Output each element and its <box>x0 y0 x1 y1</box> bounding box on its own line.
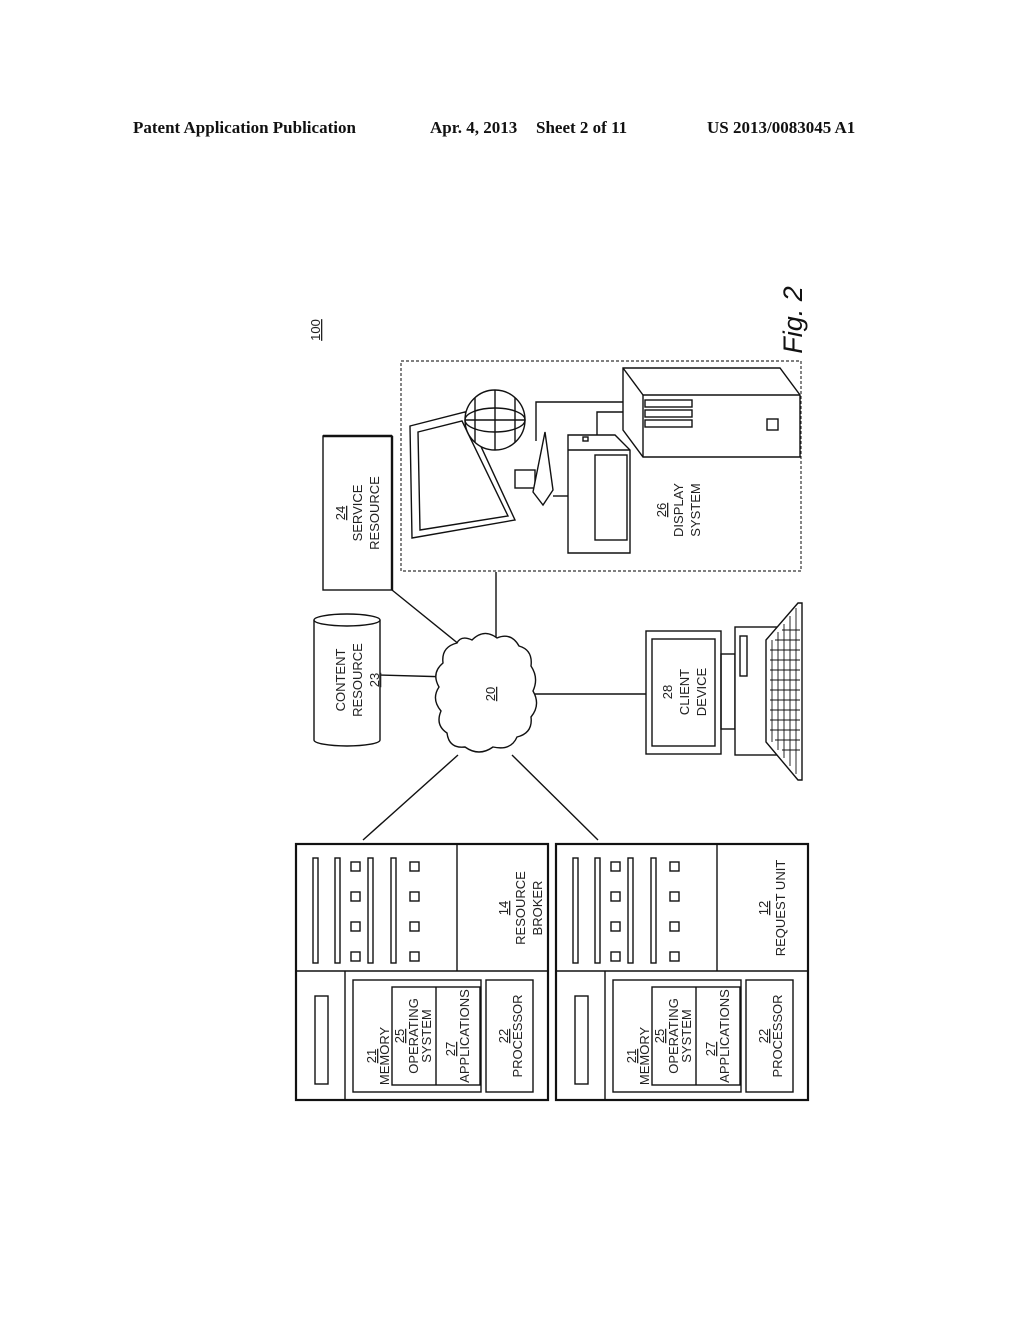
request-unit-label: REQUEST UNIT <box>773 860 788 957</box>
processor-ref: 22 <box>496 1029 511 1043</box>
globe-icon <box>464 389 526 451</box>
client-device-label-1: CLIENT <box>677 669 692 715</box>
link-service-network <box>391 589 461 646</box>
processor-ref: 22 <box>756 1029 771 1043</box>
request-unit-server: 12 REQUEST UNIT 21 MEMORY 25 OPERATING S… <box>554 842 810 1102</box>
processor-label: PROCESSOR <box>510 994 525 1077</box>
client-device: 28 CLIENT DEVICE <box>645 602 803 781</box>
content-resource: CONTENT RESOURCE 23 <box>313 613 382 747</box>
cable <box>596 411 623 435</box>
processor-label: PROCESSOR <box>770 994 785 1077</box>
link-request-network <box>511 754 599 841</box>
display-system-label-1: DISPLAY <box>671 483 686 537</box>
service-resource-label-1: SERVICE <box>350 484 365 541</box>
service-resource: 24 SERVICE RESOURCE <box>322 434 394 591</box>
request-unit-ref: 12 <box>756 901 771 915</box>
network-ref: 20 <box>483 687 498 701</box>
service-resource-ref: 24 <box>333 506 348 520</box>
resource-broker-label-1: RESOURCE <box>513 871 528 945</box>
memory-label: MEMORY <box>377 1027 392 1086</box>
content-resource-label-2: RESOURCE <box>350 643 365 717</box>
display-system-ref: 26 <box>654 503 669 517</box>
display-system-label-2: SYSTEM <box>688 483 703 536</box>
client-device-label-2: DEVICE <box>694 667 709 716</box>
figure-label: Fig. 2 <box>778 286 808 354</box>
memory-label: MEMORY <box>637 1027 652 1086</box>
apps-ref: 27 <box>443 1042 458 1056</box>
computer-tower-icon <box>622 367 801 458</box>
os-ref: 25 <box>392 1029 407 1043</box>
resource-broker-ref: 14 <box>496 901 511 915</box>
resource-broker-server: 14 RESOURCE BROKER 21 MEMORY 25 OPERATIN… <box>294 842 550 1102</box>
content-resource-ref: 23 <box>367 673 382 687</box>
apps-label: APPLICATIONS <box>717 989 732 1083</box>
os-ref: 25 <box>652 1029 667 1043</box>
printer-icon <box>567 434 631 554</box>
resource-broker-label-2: BROKER <box>530 881 545 936</box>
client-device-ref: 28 <box>660 685 675 699</box>
service-resource-label-2: RESOURCE <box>367 476 382 550</box>
content-resource-label-1: CONTENT <box>333 649 348 712</box>
os-label-2: SYSTEM <box>679 1009 694 1062</box>
system-ref: 100 <box>308 319 323 341</box>
link-broker-network <box>362 754 459 841</box>
figure-2-diagram: 20 CONTENT RESOURCE 23 24 SERVICE RESOUR… <box>294 286 810 1102</box>
network-cloud: 20 <box>434 632 538 753</box>
os-label-2: SYSTEM <box>419 1009 434 1062</box>
apps-label: APPLICATIONS <box>457 989 472 1083</box>
display-system: 26 DISPLAY SYSTEM <box>400 360 802 572</box>
apps-ref: 27 <box>703 1042 718 1056</box>
